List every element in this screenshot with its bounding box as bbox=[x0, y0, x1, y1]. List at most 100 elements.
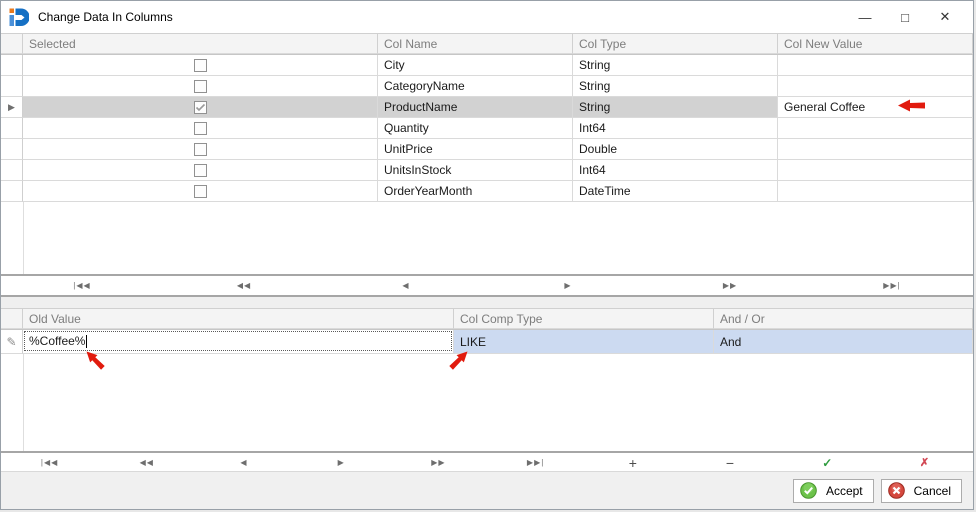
cell-col-name[interactable]: ProductName bbox=[378, 97, 573, 118]
and-or-cell[interactable]: And bbox=[714, 330, 973, 354]
window-controls: — □ ✕ bbox=[845, 2, 965, 32]
old-value-input[interactable]: %Coffee% bbox=[24, 331, 452, 351]
checkbox-checked[interactable] bbox=[193, 100, 207, 114]
nav-first-button[interactable]: |◀◀ bbox=[1, 453, 98, 472]
cell-col-name[interactable]: UnitPrice bbox=[378, 139, 573, 160]
edit-row-indicator: ✎ bbox=[1, 330, 23, 354]
table-row-current: ▶ ProductName String General Coffee bbox=[1, 97, 973, 118]
dialog-footer: Accept Cancel bbox=[1, 471, 973, 509]
cell-col-type[interactable]: Int64 bbox=[573, 118, 778, 139]
cell-col-new-value[interactable] bbox=[778, 55, 973, 76]
cell-col-new-value[interactable] bbox=[778, 76, 973, 97]
row-orderyearmonth-checkbox-cell[interactable] bbox=[23, 181, 378, 202]
header-col-comp-type[interactable]: Col Comp Type bbox=[454, 309, 714, 329]
nav-prev-page-button[interactable]: ◀◀ bbox=[98, 453, 195, 472]
nav-first-button[interactable]: |◀◀ bbox=[1, 276, 163, 295]
col-comp-type-cell[interactable]: LIKE bbox=[454, 330, 714, 354]
table-row: UnitsInStock Int64 bbox=[1, 160, 973, 181]
cell-col-new-value[interactable] bbox=[778, 181, 973, 202]
row-categoryname-checkbox-cell[interactable] bbox=[23, 76, 378, 97]
nav-add-row-button[interactable]: + bbox=[584, 453, 681, 472]
cell-col-new-value[interactable] bbox=[778, 160, 973, 181]
cell-col-name[interactable]: UnitsInStock bbox=[378, 160, 573, 181]
columns-grid-navigator: |◀◀ ◀◀ ◀ ▶ ▶▶ ▶▶| bbox=[1, 274, 973, 297]
header-indicator-cell bbox=[1, 309, 23, 329]
cell-col-new-value[interactable] bbox=[778, 139, 973, 160]
header-col-type[interactable]: Col Type bbox=[573, 34, 778, 54]
columns-grid: Selected Col Name Col Type Col New Value… bbox=[1, 33, 973, 297]
accept-label: Accept bbox=[825, 483, 863, 498]
cell-col-name[interactable]: CategoryName bbox=[378, 76, 573, 97]
old-value-cell[interactable]: %Coffee% bbox=[23, 330, 454, 354]
filter-grid: Old Value Col Comp Type And / Or ✎ %Coff… bbox=[1, 308, 973, 474]
checkbox-unchecked[interactable] bbox=[193, 79, 207, 93]
filter-grid-header: Old Value Col Comp Type And / Or bbox=[1, 308, 973, 330]
cell-col-name[interactable]: City bbox=[378, 55, 573, 76]
current-row-indicator: ▶ bbox=[1, 97, 23, 118]
row-unitsinstock-checkbox-cell[interactable] bbox=[23, 160, 378, 181]
nav-next-button[interactable]: ▶ bbox=[487, 276, 649, 295]
header-old-value[interactable]: Old Value bbox=[23, 309, 454, 329]
close-button[interactable]: ✕ bbox=[925, 2, 965, 32]
header-selected[interactable]: Selected bbox=[23, 34, 378, 54]
filter-grid-empty-area bbox=[1, 354, 973, 451]
header-col-name[interactable]: Col Name bbox=[378, 34, 573, 54]
change-data-dialog: Change Data In Columns — □ ✕ Selected Co… bbox=[0, 0, 974, 510]
accept-check-icon bbox=[800, 482, 817, 499]
nav-delete-row-button[interactable]: − bbox=[681, 453, 778, 472]
checkbox-unchecked[interactable] bbox=[193, 58, 207, 72]
cancel-label: Cancel bbox=[913, 483, 951, 498]
nav-next-button[interactable]: ▶ bbox=[293, 453, 390, 472]
row-city-checkbox-cell[interactable] bbox=[23, 55, 378, 76]
columns-grid-header: Selected Col Name Col Type Col New Value bbox=[1, 33, 973, 55]
nav-last-button[interactable]: ▶▶| bbox=[811, 276, 973, 295]
cell-col-type[interactable]: Int64 bbox=[573, 160, 778, 181]
check-icon bbox=[195, 103, 205, 111]
header-col-new-value[interactable]: Col New Value bbox=[778, 34, 973, 54]
columns-grid-empty-area bbox=[1, 202, 973, 274]
cell-col-type[interactable]: String bbox=[573, 76, 778, 97]
row-quantity-checkbox-cell[interactable] bbox=[23, 118, 378, 139]
old-value-text: %Coffee% bbox=[29, 334, 86, 348]
cell-col-new-value[interactable] bbox=[778, 118, 973, 139]
checkbox-unchecked[interactable] bbox=[193, 184, 207, 198]
cell-col-type[interactable]: String bbox=[573, 97, 778, 118]
row-productname-checkbox-cell[interactable] bbox=[23, 97, 378, 118]
cell-col-type[interactable]: Double bbox=[573, 139, 778, 160]
row-unitprice-checkbox-cell[interactable] bbox=[23, 139, 378, 160]
nav-next-page-button[interactable]: ▶▶ bbox=[390, 453, 487, 472]
cell-col-type[interactable]: String bbox=[573, 55, 778, 76]
minimize-button[interactable]: — bbox=[845, 2, 885, 32]
cell-col-new-value[interactable]: General Coffee bbox=[778, 97, 973, 118]
nav-end-edit-button[interactable]: ✓ bbox=[779, 453, 876, 472]
nav-next-page-button[interactable]: ▶▶ bbox=[649, 276, 811, 295]
checkbox-unchecked[interactable] bbox=[193, 121, 207, 135]
app-logo-icon bbox=[9, 8, 29, 26]
current-row-marker-icon: ▶ bbox=[8, 101, 15, 112]
header-indicator-cell bbox=[1, 34, 23, 54]
maximize-button[interactable]: □ bbox=[885, 2, 925, 32]
table-row: CategoryName String bbox=[1, 76, 973, 97]
table-row: OrderYearMonth DateTime bbox=[1, 181, 973, 202]
cell-col-name[interactable]: Quantity bbox=[378, 118, 573, 139]
nav-prev-page-button[interactable]: ◀◀ bbox=[163, 276, 325, 295]
nav-prev-button[interactable]: ◀ bbox=[325, 276, 487, 295]
filter-row-editing: ✎ %Coffee% LIKE And bbox=[1, 330, 973, 354]
cell-col-name[interactable]: OrderYearMonth bbox=[378, 181, 573, 202]
table-row: Quantity Int64 bbox=[1, 118, 973, 139]
checkbox-unchecked[interactable] bbox=[193, 163, 207, 177]
header-and-or[interactable]: And / Or bbox=[714, 309, 973, 329]
nav-cancel-edit-button[interactable]: ✗ bbox=[876, 453, 973, 472]
window-title: Change Data In Columns bbox=[38, 10, 173, 24]
text-caret bbox=[86, 334, 88, 348]
pencil-icon: ✎ bbox=[6, 334, 17, 349]
accept-button[interactable]: Accept bbox=[792, 478, 874, 503]
nav-prev-button[interactable]: ◀ bbox=[195, 453, 292, 472]
cancel-x-icon bbox=[887, 482, 905, 499]
nav-last-button[interactable]: ▶▶| bbox=[487, 453, 584, 472]
checkbox-unchecked[interactable] bbox=[193, 142, 207, 156]
splitter bbox=[1, 297, 973, 308]
table-row: UnitPrice Double bbox=[1, 139, 973, 160]
cell-col-type[interactable]: DateTime bbox=[573, 181, 778, 202]
cancel-button[interactable]: Cancel bbox=[880, 478, 962, 503]
